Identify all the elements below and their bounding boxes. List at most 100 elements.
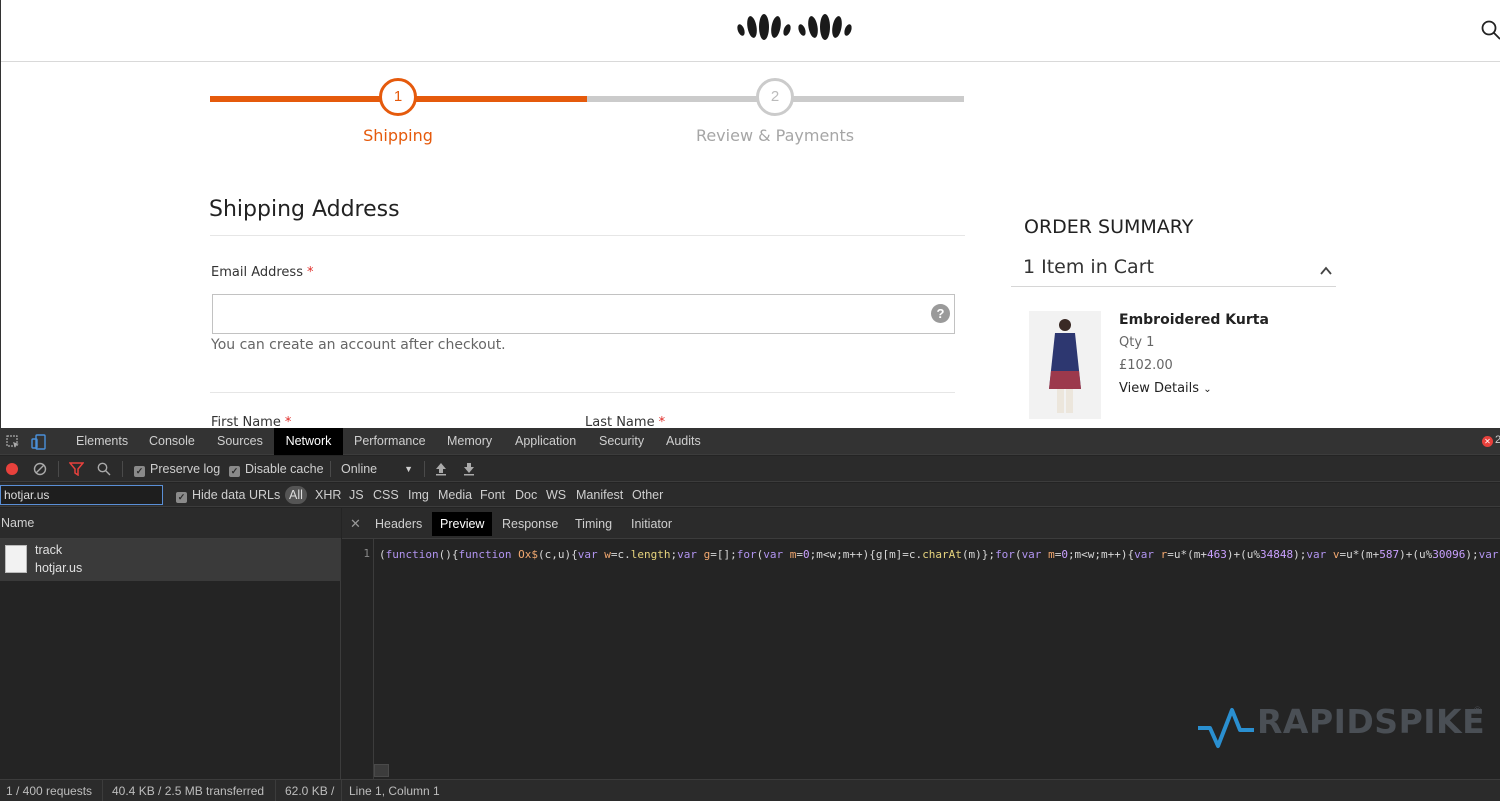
devtools-tabbar: Elements Console Sources Network Perform… [0,428,1500,455]
status-separator [275,780,276,801]
tab-response[interactable]: Response [494,512,566,536]
checkbox-icon: ✓ [229,466,240,477]
step-shipping-label[interactable]: Shipping [248,126,548,145]
tab-console[interactable]: Console [141,428,203,455]
cart-count[interactable]: 1 Item in Cart [1023,256,1154,278]
hide-data-urls-checkbox[interactable]: ✓ Hide data URLs [176,483,280,507]
request-name: track [35,543,63,557]
inspect-element-icon[interactable] [5,434,21,450]
device-toolbar-icon[interactable] [31,434,47,450]
filter-type-all[interactable]: All [285,486,307,504]
rapidspike-logo-icon [1198,708,1254,748]
disable-cache-checkbox[interactable]: ✓ Disable cache [229,456,324,482]
toolbar-separator [330,461,331,477]
resource-size: 62.0 KB / [285,784,335,798]
product-image[interactable] [1029,311,1101,419]
tab-security[interactable]: Security [591,428,652,455]
status-separator [341,780,342,801]
filter-type-xhr[interactable]: XHR [315,483,341,507]
required-marker: * [658,415,666,428]
hide-data-urls-label: Hide data URLs [192,488,281,502]
line-number: 1 [363,547,370,560]
help-icon[interactable]: ? [931,304,950,323]
filter-type-ws[interactable]: WS [546,483,566,507]
request-list: Name track hotjar.us [0,508,341,779]
request-count: 1 / 400 requests [6,784,93,798]
filter-input[interactable] [0,485,163,505]
chevron-down-icon: ⌄ [1203,384,1212,395]
name-column-header[interactable]: Name [0,508,341,539]
search-icon[interactable] [1481,20,1500,40]
tab-preview[interactable]: Preview [432,512,493,536]
filter-type-font[interactable]: Font [480,483,505,507]
view-details-toggle[interactable]: View Details ⌄ [1119,381,1212,396]
tab-elements[interactable]: Elements [68,428,136,455]
filter-type-other[interactable]: Other [632,483,663,507]
checkout-page: 1 2 Shipping Review & Payments Shipping … [0,0,1500,428]
transferred-size: 40.4 KB / 2.5 MB transferred [112,784,265,798]
email-label: Email Address * [211,265,313,280]
toolbar-separator [122,461,123,477]
step-review-label[interactable]: Review & Payments [625,126,925,145]
form-divider [210,392,955,393]
toolbar-separator [424,461,425,477]
required-marker: * [284,415,292,428]
status-bar: 1 / 400 requests 40.4 KB / 2.5 MB transf… [0,779,1500,801]
tab-performance[interactable]: Performance [346,428,434,455]
throttling-value: Online [341,462,378,476]
email-field[interactable] [212,294,955,334]
document-icon [5,545,27,573]
email-note: You can create an account after checkout… [211,337,506,353]
tab-audits[interactable]: Audits [658,428,709,455]
shipping-address-title: Shipping Address [209,197,400,222]
toolbar-separator [58,461,59,477]
chevron-up-icon[interactable] [1319,264,1333,278]
section-divider [210,235,965,236]
filter-icon[interactable] [69,462,84,476]
last-name-label-text: Last Name [585,415,655,428]
table-row[interactable]: track hotjar.us [0,539,341,581]
step-review-marker[interactable]: 2 [756,78,794,116]
filter-type-img[interactable]: Img [408,483,429,507]
cart-divider [1011,286,1336,287]
checkbox-icon: ✓ [176,492,187,503]
tab-application[interactable]: Application [507,428,584,455]
product-price: £102.00 [1119,358,1173,373]
throttling-select[interactable]: Online ▼ [341,456,413,482]
disable-cache-label: Disable cache [245,462,324,476]
search-icon[interactable] [97,462,111,476]
devtools-panel: Elements Console Sources Network Perform… [0,428,1500,801]
filter-type-css[interactable]: CSS [373,483,399,507]
status-separator [102,780,103,801]
brand-logo[interactable] [736,12,854,46]
email-label-text: Email Address [211,265,303,280]
tab-timing[interactable]: Timing [567,512,620,536]
tab-network[interactable]: Network [274,428,343,455]
line-gutter: 1 [342,539,374,779]
tab-headers[interactable]: Headers [367,512,430,536]
export-har-icon[interactable] [463,462,475,476]
first-name-label-text: First Name [211,415,281,428]
product-qty: Qty 1 [1119,335,1155,350]
detail-tabbar: ✕ Headers Preview Response Timing Initia… [342,508,1500,539]
step-shipping-marker[interactable]: 1 [379,78,417,116]
close-icon[interactable]: ✕ [350,516,361,532]
code-line[interactable]: (function(){function Ox$(c,u){var w=c.le… [379,548,1500,561]
filter-type-manifest[interactable]: Manifest [576,483,623,507]
watermark-registered-mark: ® [1473,706,1482,716]
preserve-log-checkbox[interactable]: ✓ Preserve log [134,456,220,482]
filter-type-doc[interactable]: Doc [515,483,537,507]
import-har-icon[interactable] [435,462,447,476]
horizontal-scrollbar[interactable] [374,764,389,777]
tab-sources[interactable]: Sources [209,428,271,455]
error-count[interactable]: 2 [1495,434,1500,446]
filter-type-media[interactable]: Media [438,483,472,507]
checkout-progress-bar: 1 2 Shipping Review & Payments [210,76,964,156]
tab-memory[interactable]: Memory [439,428,500,455]
record-icon[interactable] [5,462,19,476]
error-icon[interactable]: ✕ [1482,436,1493,447]
clear-icon[interactable] [33,462,47,476]
preserve-log-label: Preserve log [150,462,221,476]
tab-initiator[interactable]: Initiator [623,512,680,536]
filter-type-js[interactable]: JS [349,483,364,507]
